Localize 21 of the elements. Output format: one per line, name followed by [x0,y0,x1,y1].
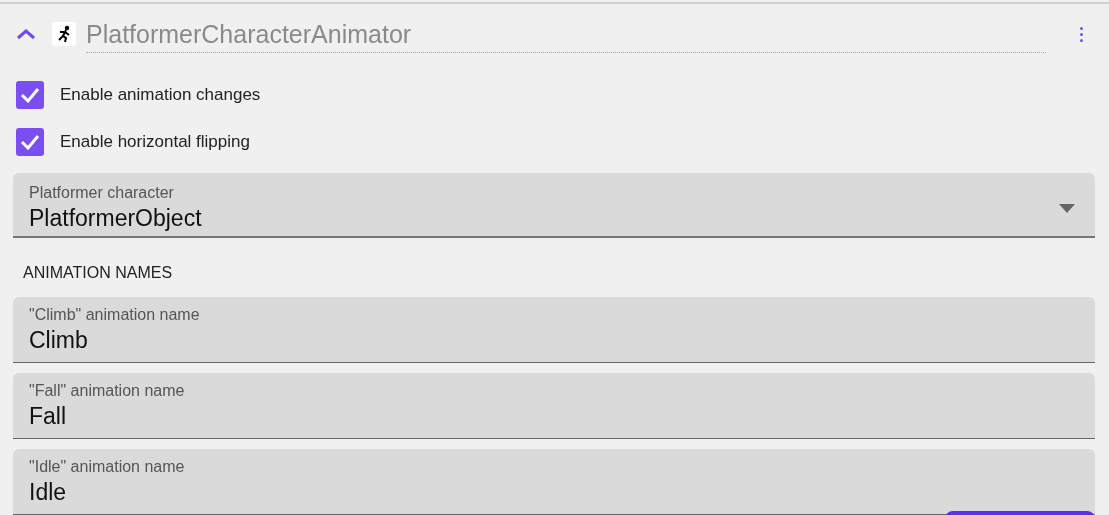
select-field[interactable]: Platformer character PlatformerObject [13,173,1095,238]
dropdown-arrow-icon [1059,203,1075,213]
field-label: "Fall" animation name [29,381,186,401]
field-value: Climb [29,326,89,355]
checkmark-icon [20,86,40,103]
text-field[interactable]: "Climb" animation name Climb [13,297,1095,363]
field-value: Fall [29,402,68,431]
checkbox-label: Enable animation changes [60,83,261,106]
checkbox[interactable] [16,127,44,156]
text-field[interactable]: "Fall" animation name Fall [13,373,1095,439]
field-label: "Idle" animation name [29,457,186,477]
checkmark-icon [20,133,40,150]
running-figure-icon [52,22,76,46]
field-value: Idle [29,478,68,507]
field-label: "Climb" animation name [29,305,201,325]
select-value: PlatformerObject [29,204,203,233]
select-label: Platformer character [29,183,175,203]
checkbox[interactable] [16,80,44,109]
checkbox-label: Enable horizontal flipping [60,130,250,153]
section-title: ANIMATION NAMES [22,263,174,283]
text-field[interactable]: "Idle" animation name Idle [13,449,1095,515]
